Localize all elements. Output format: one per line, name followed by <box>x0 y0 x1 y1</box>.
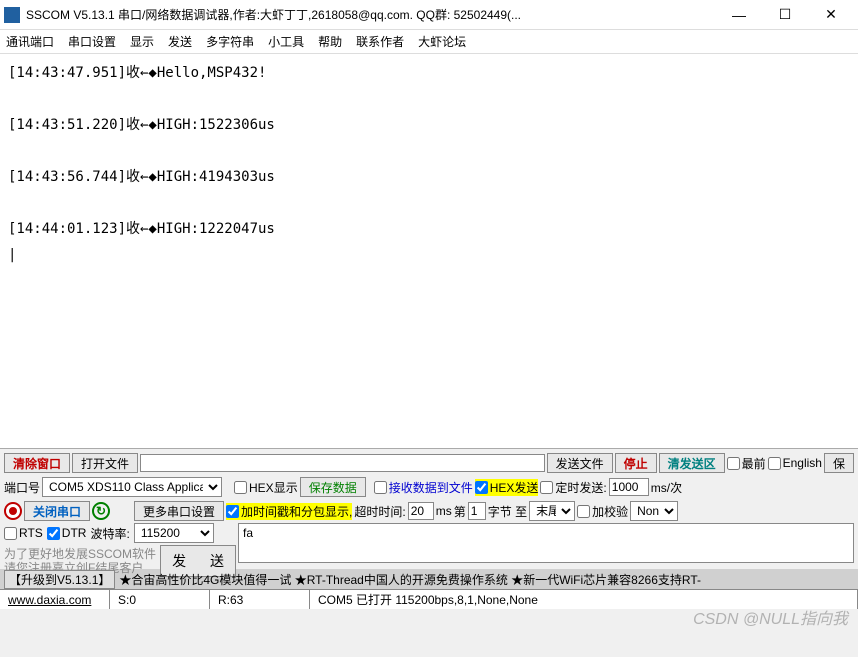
timed-value-input[interactable] <box>609 478 649 496</box>
timestamp-checkbox[interactable]: 加时间戳和分包显示, <box>226 503 352 520</box>
send-textarea[interactable]: fa <box>238 523 854 563</box>
window-title: SSCOM V5.13.1 串口/网络数据调试器,作者:大虾丁丁,2618058… <box>26 6 716 23</box>
recv-to-file-checkbox[interactable]: 接收数据到文件 <box>374 479 473 496</box>
dtr-checkbox[interactable]: DTR <box>47 526 87 540</box>
menu-serial-settings[interactable]: 串口设置 <box>68 33 116 50</box>
nth-label: 第 <box>454 503 466 520</box>
close-port-button[interactable]: 关闭串口 <box>24 501 90 521</box>
app-icon <box>4 7 20 23</box>
minimize-button[interactable]: — <box>716 1 762 29</box>
timeout-input[interactable] <box>408 502 434 520</box>
timeout-label: 超时时间: <box>354 503 405 520</box>
nth-input[interactable] <box>468 502 486 520</box>
ad-bar: 【升级到V5.13.1】 ★合宙高性价比4G模块值得一试 ★RT-Thread中… <box>0 569 858 589</box>
open-file-button[interactable]: 打开文件 <box>72 453 138 473</box>
save-data-button[interactable]: 保存数据 <box>300 477 366 497</box>
close-button[interactable]: ✕ <box>808 1 854 29</box>
status-bar: www.daxia.com S:0 R:63 COM5 已打开 115200bp… <box>0 589 858 609</box>
menu-display[interactable]: 显示 <box>130 33 154 50</box>
timeout-unit: ms <box>436 504 452 518</box>
menu-port[interactable]: 通讯端口 <box>6 33 54 50</box>
control-panel: 清除窗口 打开文件 发送文件 停止 清发送区 最前 English 保 端口号 … <box>0 449 858 569</box>
topmost-checkbox[interactable]: 最前 <box>727 455 766 472</box>
port-label: 端口号 <box>4 479 40 496</box>
check-select[interactable]: None <box>630 501 678 521</box>
baud-select[interactable]: 115200 <box>134 523 214 543</box>
menu-bar: 通讯端口 串口设置 显示 发送 多字符串 小工具 帮助 联系作者 大虾论坛 <box>0 30 858 54</box>
menu-forum[interactable]: 大虾论坛 <box>418 33 466 50</box>
status-s: S:0 <box>110 590 210 609</box>
console-output: [14:43:47.951]收←◆Hello,MSP432! [14:43:51… <box>0 54 858 449</box>
clear-send-button[interactable]: 清发送区 <box>659 453 725 473</box>
rts-checkbox[interactable]: RTS <box>4 526 43 540</box>
clear-window-button[interactable]: 清除窗口 <box>4 453 70 473</box>
hint-line1: 为了更好地发展SSCOM软件 <box>4 547 156 561</box>
refresh-icon[interactable]: ↻ <box>92 502 110 520</box>
byte-to-label: 字节 至 <box>488 503 527 520</box>
ad-text: ★合宙高性价比4G模块值得一试 ★RT-Thread中国人的开源免费操作系统 ★… <box>119 571 701 588</box>
status-port: COM5 已打开 115200bps,8,1,None,None <box>310 590 858 609</box>
port-select[interactable]: COM5 XDS110 Class Applicat <box>42 477 222 497</box>
hex-display-checkbox[interactable]: HEX显示 <box>234 479 298 496</box>
menu-contact[interactable]: 联系作者 <box>356 33 404 50</box>
send-file-button[interactable]: 发送文件 <box>547 453 613 473</box>
english-checkbox[interactable]: English <box>768 456 822 470</box>
file-path-input[interactable] <box>140 454 545 472</box>
menu-multistring[interactable]: 多字符串 <box>206 33 254 50</box>
menu-help[interactable]: 帮助 <box>318 33 342 50</box>
save-button[interactable]: 保 <box>824 453 854 473</box>
maximize-button[interactable]: ☐ <box>762 1 808 29</box>
status-url[interactable]: www.daxia.com <box>8 593 91 607</box>
status-r: R:63 <box>210 590 310 609</box>
timed-unit-label: ms/次 <box>651 479 682 496</box>
timed-send-checkbox[interactable]: 定时发送: <box>540 479 606 496</box>
title-bar: SSCOM V5.13.1 串口/网络数据调试器,作者:大虾丁丁,2618058… <box>0 0 858 30</box>
menu-tools[interactable]: 小工具 <box>268 33 304 50</box>
end-select[interactable]: 末尾 <box>529 501 575 521</box>
upgrade-button[interactable]: 【升级到V5.13.1】 <box>4 570 115 589</box>
stop-button[interactable]: 停止 <box>615 453 657 473</box>
baud-label: 波特率: <box>90 525 129 542</box>
menu-send[interactable]: 发送 <box>168 33 192 50</box>
record-icon[interactable] <box>4 502 22 520</box>
more-settings-button[interactable]: 更多串口设置 <box>134 501 224 521</box>
hex-send-checkbox[interactable]: HEX发送 <box>475 479 539 496</box>
add-check-checkbox[interactable]: 加校验 <box>577 503 628 520</box>
